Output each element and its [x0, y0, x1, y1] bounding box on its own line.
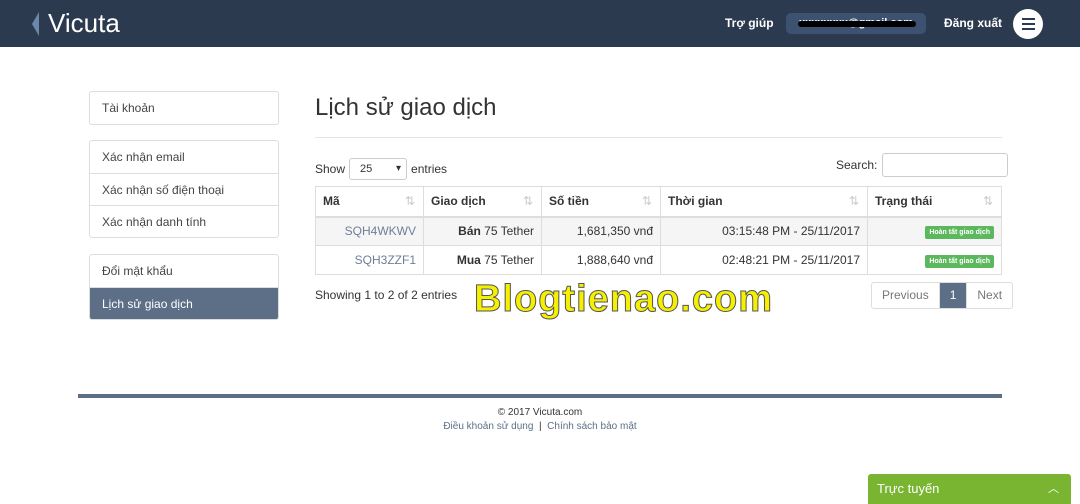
entries-label: entries	[411, 162, 448, 176]
sidebar-item-account[interactable]: Tài khoản	[90, 92, 278, 124]
previous-button[interactable]: Previous	[872, 283, 939, 308]
search-control: Search:	[836, 153, 1009, 177]
page-length-control: Show 25 entries	[315, 158, 447, 180]
search-label: Search:	[836, 158, 878, 172]
live-chat-widget[interactable]: Trực tuyến ︿	[868, 474, 1071, 504]
page-1-button[interactable]: 1	[938, 283, 967, 308]
sort-icon: ⇅	[522, 194, 533, 209]
account-email[interactable]: xxxxxxxx@gmail.com	[786, 13, 926, 34]
page-title: Lịch sử giao dịch	[315, 94, 497, 121]
column-header-code[interactable]: Mã ⇅	[315, 186, 424, 218]
help-link[interactable]: Trợ giúp	[725, 16, 774, 30]
terms-link[interactable]: Điều khoản sử dụng	[443, 421, 533, 432]
sidebar-item-verify-identity[interactable]: Xác nhận danh tính	[90, 205, 278, 237]
status-badge: Hoàn tất giao dịch	[925, 226, 994, 240]
logout-link[interactable]: Đăng xuất	[944, 16, 1002, 30]
transaction-type: Mua 75 Tether	[423, 245, 542, 275]
column-header-time[interactable]: Thời gian ⇅	[660, 186, 868, 218]
transaction-amount: 1,888,640 vnđ	[541, 245, 661, 275]
status-cell: Hoàn tất giao dịch	[867, 216, 1002, 246]
footer-divider	[78, 394, 1002, 398]
copyright: © 2017 Vicuta.com	[497, 407, 583, 418]
sidebar-item-change-password[interactable]: Đổi mật khẩu	[90, 255, 278, 287]
watermark: Blogtienao.com	[473, 278, 774, 321]
transaction-amount: 1,681,350 vnđ	[541, 216, 661, 246]
column-header-transaction[interactable]: Giao dịch ⇅	[423, 186, 542, 218]
transactions-table: Mã ⇅ Giao dịch ⇅ Số tiền ⇅ Thời gian ⇅ Trạng…	[315, 186, 1002, 275]
sidebar-item-verify-email[interactable]: Xác nhận email	[90, 141, 278, 173]
column-header-status[interactable]: Trạng thái ⇅	[867, 186, 1002, 218]
divider	[315, 137, 1002, 138]
chevron-up-icon[interactable]: ︿	[1048, 480, 1059, 496]
column-header-amount[interactable]: Số tiền ⇅	[541, 186, 661, 218]
sidebar-item-transaction-history[interactable]: Lịch sử giao dịch	[90, 287, 278, 319]
transaction-time: 02:48:21 PM - 25/11/2017	[660, 245, 868, 275]
logo[interactable]: Vicuta	[32, 8, 120, 39]
transaction-code[interactable]: SQH4WKWV	[315, 216, 424, 246]
sidebar-group-security: Đổi mật khẩu Lịch sử giao dịch	[89, 254, 279, 320]
separator: |	[538, 421, 542, 432]
footer-links: Điều khoản sử dụng | Chính sách bảo mật	[0, 421, 1080, 432]
entries-select[interactable]: 25	[349, 158, 408, 180]
transaction-time: 03:15:48 PM - 25/11/2017	[660, 216, 868, 246]
search-input[interactable]	[882, 153, 1009, 177]
sidebar-group-account: Tài khoản	[89, 91, 279, 125]
logo-text: Vicuta	[48, 8, 120, 38]
table-info: Showing 1 to 2 of 2 entries	[315, 288, 458, 302]
hamburger-menu-icon[interactable]	[1013, 9, 1043, 39]
sort-icon: ⇅	[848, 194, 859, 209]
sort-icon: ⇅	[982, 194, 993, 209]
next-button[interactable]: Next	[966, 283, 1012, 308]
status-cell: Hoàn tất giao dịch	[867, 245, 1002, 275]
transaction-code[interactable]: SQH3ZZF1	[315, 245, 424, 275]
sidebar-item-verify-phone[interactable]: Xác nhận số điện thoại	[90, 173, 278, 205]
chat-label: Trực tuyến	[877, 481, 940, 496]
sort-icon: ⇅	[641, 194, 652, 209]
sidebar-group-verify: Xác nhận email Xác nhận số điện thoại Xá…	[89, 140, 279, 238]
pagination: Previous 1 Next	[871, 282, 1014, 309]
show-label: Show	[315, 162, 346, 176]
logo-icon	[32, 11, 46, 36]
status-badge: Hoàn tất giao dịch	[925, 255, 994, 268]
privacy-link[interactable]: Chính sách bảo mật	[547, 421, 637, 432]
transaction-type: Bán 75 Tether	[423, 216, 542, 246]
table-row: SQH4WKWV Bán 75 Tether 1,681,350 vnđ 03:…	[315, 216, 1002, 246]
sort-icon: ⇅	[404, 194, 415, 209]
top-navbar: Vicuta Trợ giúp xxxxxxxx@gmail.com Đăng …	[0, 0, 1080, 47]
table-row: SQH3ZZF1 Mua 75 Tether 1,888,640 vnđ 02:…	[315, 245, 1002, 275]
